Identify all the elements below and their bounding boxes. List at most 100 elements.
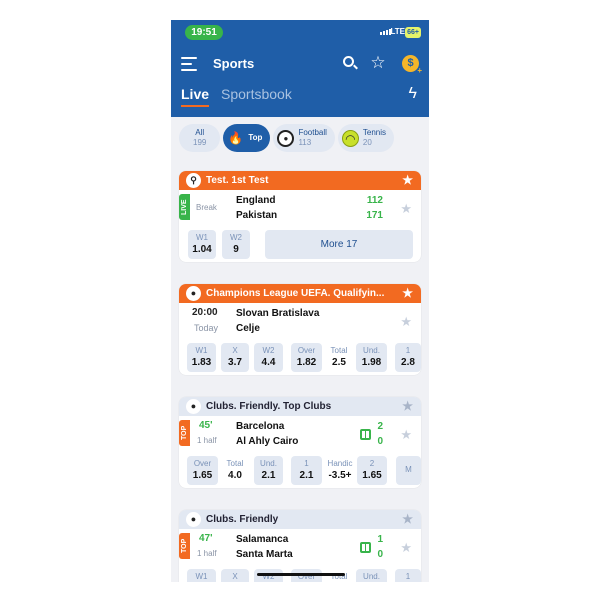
score-away: 0 — [377, 436, 383, 447]
more-markets-button[interactable]: More 17 — [265, 230, 413, 259]
odd-label: W2 — [262, 346, 275, 355]
odd-button[interactable]: 1 — [395, 569, 421, 582]
odd-button[interactable]: Over 1.82 — [291, 343, 322, 372]
odd-value: 4.4 — [261, 357, 276, 368]
football-icon: ● — [277, 129, 295, 147]
tab-live[interactable]: Live — [181, 86, 210, 107]
odd-label: 1 — [405, 572, 411, 581]
odd-label: Und. — [260, 459, 277, 468]
statistics-icon[interactable] — [360, 429, 371, 440]
odd-button[interactable]: 1 2.1 — [291, 456, 322, 485]
event-card[interactable]: ● Clubs. Friendly ★ TOP 47' 1 half Salam… — [179, 510, 421, 582]
card-header[interactable]: ● Clubs. Friendly ★ — [179, 510, 421, 529]
odd-value: -3.5+ — [328, 470, 352, 481]
odd-button[interactable]: W2 9 — [222, 230, 250, 259]
match-row[interactable]: LIVE Break England Pakistan 112 171 ★ — [179, 190, 421, 228]
odd-label: X — [232, 572, 238, 581]
top-badge: TOP — [179, 533, 190, 559]
star-icon[interactable]: ★ — [400, 540, 412, 556]
score-away: 0 — [377, 549, 383, 560]
odd-button[interactable]: W1 — [187, 569, 216, 582]
chip-count: 199 — [193, 138, 207, 147]
odd-label: Over — [297, 346, 316, 355]
chip-label: Football — [298, 128, 327, 137]
match-minute: 45' — [199, 420, 213, 431]
team-away: Celje — [236, 323, 260, 334]
tab-sportsbook[interactable]: Sportsbook — [221, 86, 292, 102]
chip-all[interactable]: All 199 — [179, 124, 221, 152]
statistics-icon[interactable] — [360, 542, 371, 553]
odd-button[interactable]: Und. 1.98 — [356, 343, 387, 372]
odd-button[interactable]: 1 2.8 — [395, 343, 421, 372]
team-away: Al Ahly Cairo — [236, 436, 299, 447]
league-title: Test. 1st Test — [206, 175, 269, 186]
sport-filter-chips: All 199 🔥 Top ● Football 113 ◠ Tennis 20 — [171, 117, 429, 159]
star-icon[interactable]: ★ — [402, 397, 413, 416]
chip-label: Tennis — [362, 128, 387, 137]
odd-label: W1 — [196, 233, 208, 242]
star-icon[interactable]: ★ — [402, 171, 413, 190]
favorites-star-icon[interactable]: ☆ — [369, 54, 387, 72]
cricket-icon: ⚲ — [186, 173, 201, 188]
odd-label: Total — [226, 459, 244, 468]
chip-football[interactable]: ● Football 113 — [273, 124, 335, 152]
match-row[interactable]: TOP 47' 1 half Salamanca Santa Marta 1 0… — [179, 529, 421, 567]
chip-top[interactable]: 🔥 Top — [223, 124, 271, 152]
odd-button[interactable]: Und. — [356, 569, 387, 582]
odd-label: Total — [330, 346, 348, 355]
odd-value: 1.65 — [362, 470, 382, 481]
league-title: Clubs. Friendly — [206, 514, 279, 525]
odd-value: 4.0 — [228, 470, 242, 481]
odd-button[interactable]: X 3.7 — [221, 343, 249, 372]
star-icon[interactable]: ★ — [402, 284, 413, 303]
odd-label: M — [405, 465, 412, 474]
match-row[interactable]: 20:00 Today Slovan Bratislava Celje ★ — [179, 303, 421, 341]
odd-label: 2 — [369, 459, 375, 468]
star-icon[interactable]: ★ — [400, 427, 412, 443]
league-title: Champions League UEFA. Qualifyin... — [206, 288, 385, 299]
event-card[interactable]: ● Clubs. Friendly. Top Clubs ★ TOP 45' 1… — [179, 397, 421, 488]
total-line: Total 2.5 — [325, 343, 353, 372]
search-icon[interactable] — [341, 54, 359, 72]
odd-value: 2.1 — [299, 470, 314, 481]
score-away: 171 — [366, 210, 383, 221]
battery-icon: 66+ — [405, 27, 421, 38]
menu-icon[interactable] — [181, 57, 197, 71]
star-icon[interactable]: ★ — [402, 510, 413, 529]
odds-row: Over 1.65 Total 4.0 Und. 2.1 1 2.1 Handic -3.… — [179, 454, 421, 488]
odd-button[interactable]: W1 1.83 — [187, 343, 216, 372]
top-badge: TOP — [179, 420, 190, 446]
odd-button[interactable]: X — [221, 569, 249, 582]
card-header[interactable]: ⚲ Test. 1st Test ★ — [179, 171, 421, 190]
chip-tennis[interactable]: ◠ Tennis 20 — [337, 124, 395, 152]
star-icon[interactable]: ★ — [400, 314, 412, 330]
team-home: Slovan Bratislava — [236, 308, 320, 319]
team-home: England — [236, 195, 276, 206]
odd-label: W1 — [195, 572, 208, 581]
home-indicator[interactable] — [257, 573, 345, 576]
card-header[interactable]: ● Champions League UEFA. Qualifyin... ★ — [179, 284, 421, 303]
odd-label: X — [232, 346, 238, 355]
odd-value: 2.8 — [401, 357, 415, 368]
match-row[interactable]: TOP 45' 1 half Barcelona Al Ahly Cairo 2… — [179, 416, 421, 454]
odd-button[interactable]: Over 1.65 — [187, 456, 218, 485]
odd-button[interactable]: W2 4.4 — [254, 343, 283, 372]
odds-row: W1 1.04 W2 9 More 17 — [179, 228, 421, 262]
tennis-ball-icon: ◠ — [341, 129, 359, 147]
odd-button[interactable]: 2 1.65 — [357, 456, 387, 485]
signal-icon — [380, 29, 391, 35]
star-icon[interactable]: ★ — [400, 201, 412, 217]
event-card[interactable]: ⚲ Test. 1st Test ★ LIVE Break England Pa… — [179, 171, 421, 262]
card-header[interactable]: ● Clubs. Friendly. Top Clubs ★ — [179, 397, 421, 416]
phone-screen: 19:51 LTE 66+ Sports ☆ $ + Live Sportsbo… — [171, 20, 429, 582]
total-line: Total 4.0 — [221, 456, 249, 485]
odd-label: W2 — [230, 233, 242, 242]
odd-value: 2.1 — [261, 470, 276, 481]
event-card[interactable]: ● Champions League UEFA. Qualifyin... ★ … — [179, 284, 421, 375]
lightning-icon[interactable]: ϟ — [409, 85, 417, 103]
odd-button[interactable]: Und. 2.1 — [254, 456, 283, 485]
more-markets-button[interactable]: M — [396, 456, 421, 485]
football-icon: ● — [186, 286, 201, 301]
odd-button[interactable]: W1 1.04 — [188, 230, 216, 259]
status-bar: 19:51 LTE 66+ — [171, 20, 429, 48]
